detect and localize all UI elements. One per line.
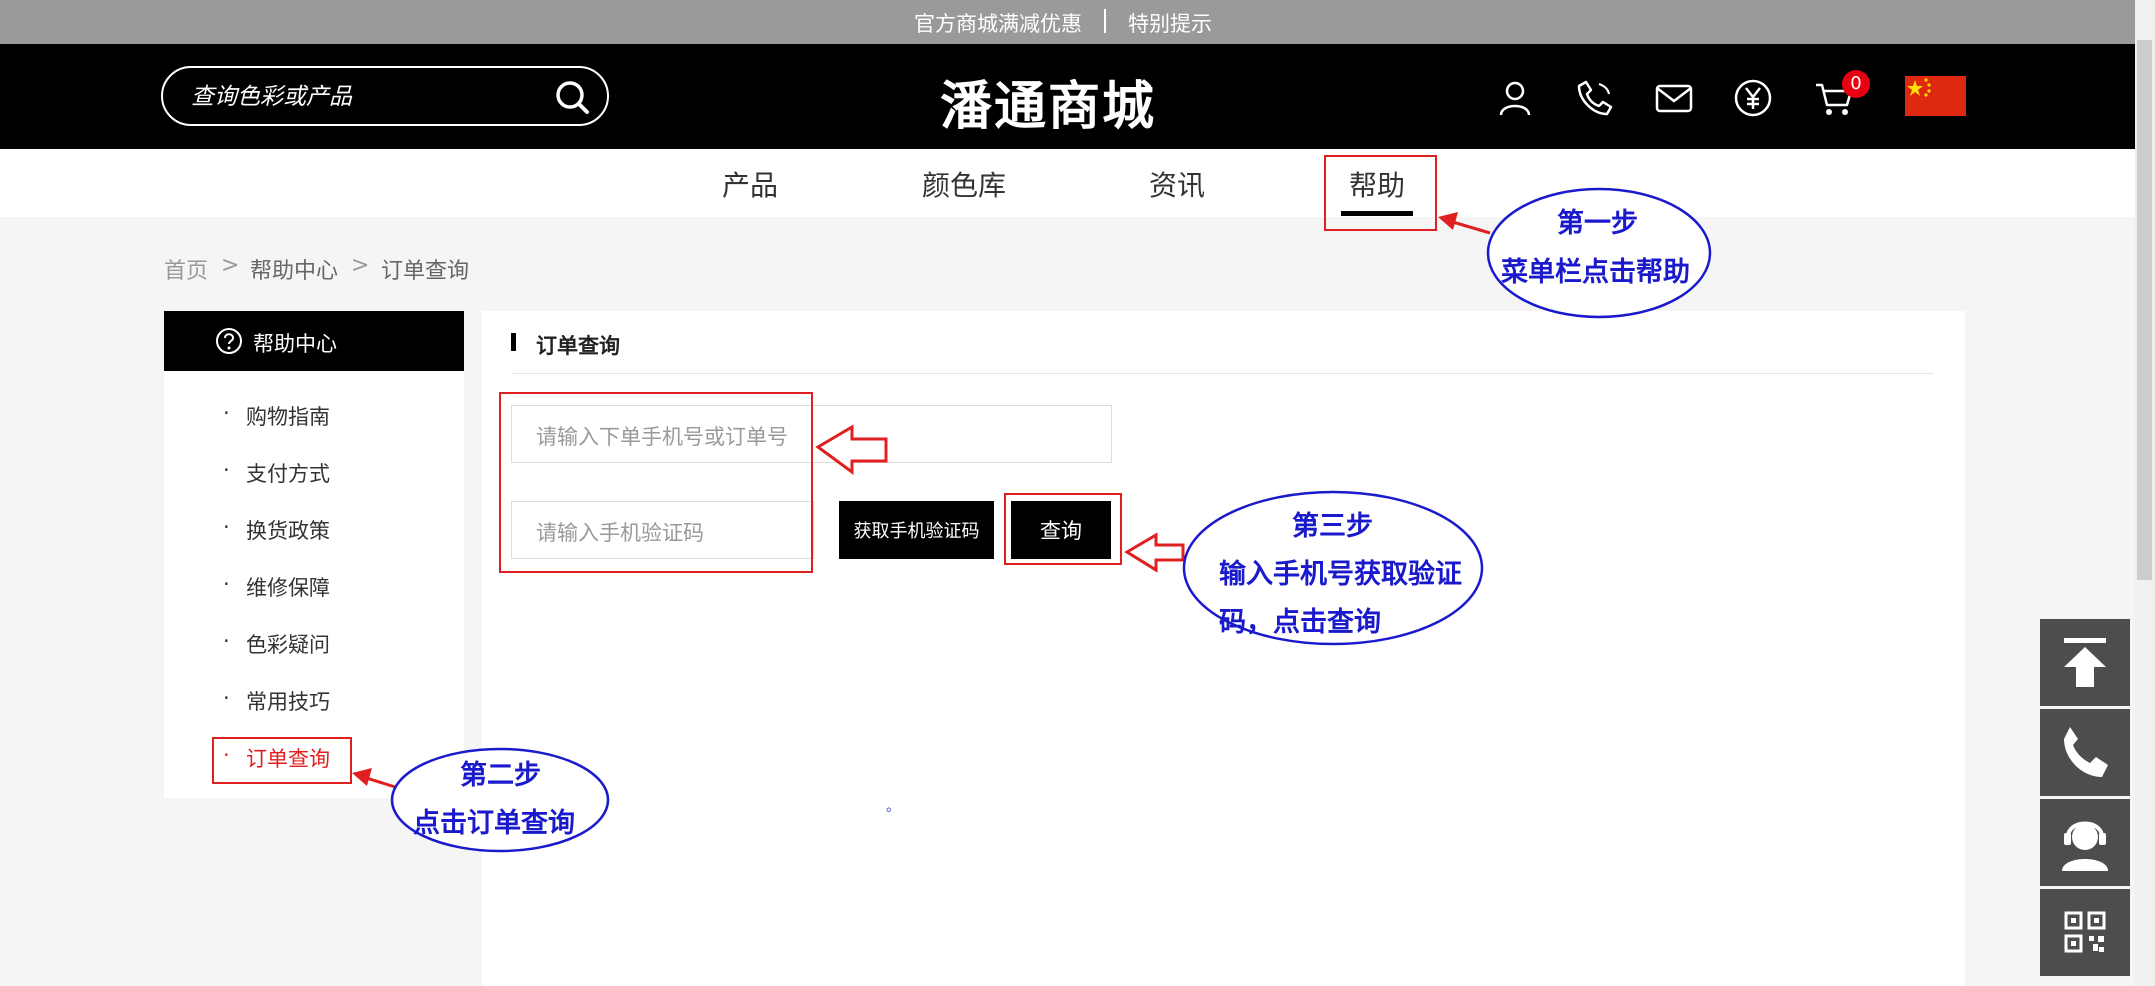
breadcrumb-help-center[interactable]: 帮助中心 <box>250 253 338 285</box>
phone-contact-button[interactable] <box>2040 709 2130 796</box>
search-icon[interactable] <box>553 78 591 116</box>
breadcrumb-separator: > <box>351 253 370 278</box>
bullet: · <box>223 515 230 539</box>
highlight-box-inputs <box>499 392 813 573</box>
notice-link[interactable]: 特别提示 <box>1128 8 1212 38</box>
sidebar-item-label: 购物指南 <box>246 405 330 429</box>
sidebar-item-label: 常用技巧 <box>246 690 330 714</box>
back-to-top-button[interactable] <box>2040 619 2130 706</box>
promo-link[interactable]: 官方商城满减优惠 <box>914 8 1082 38</box>
panel-title: 订单查询 <box>536 334 620 358</box>
yuan-icon[interactable] <box>1733 78 1773 118</box>
sidebar-item-label: 支付方式 <box>246 462 330 486</box>
china-flag-icon[interactable] <box>1905 76 1966 116</box>
sidebar-header: 帮助中心 <box>164 311 464 371</box>
title-marker <box>511 333 516 351</box>
annotation-step3-text: 输入手机号获取验证 <box>1219 559 1462 590</box>
help-sidebar <box>164 311 464 798</box>
search-box <box>161 66 609 126</box>
breadcrumb-current: 订单查询 <box>381 259 470 284</box>
breadcrumb-home[interactable]: 首页 <box>164 253 208 285</box>
sidebar-item-label: 色彩疑问 <box>246 633 330 657</box>
scrollbar-thumb[interactable] <box>2137 40 2152 580</box>
qr-code-button[interactable] <box>2040 889 2130 976</box>
cart-count-badge: 0 <box>1842 70 1870 98</box>
customer-service-button[interactable] <box>2040 799 2130 886</box>
sidebar-item-label: 换货政策 <box>246 519 330 543</box>
phone-icon <box>2064 727 2108 777</box>
user-icon[interactable] <box>1495 78 1535 118</box>
nav-item-news[interactable]: 资讯 <box>1149 164 1205 204</box>
site-logo[interactable]: 潘通商城 <box>940 64 1156 139</box>
bullet: · <box>223 686 230 710</box>
title-divider <box>511 373 1934 374</box>
sidebar-title: 帮助中心 <box>253 332 337 356</box>
nav-item-colors[interactable]: 颜色库 <box>922 164 1006 204</box>
arrow-up-icon <box>2064 638 2106 687</box>
phone-icon[interactable] <box>1575 78 1615 118</box>
bullet: · <box>223 572 230 596</box>
annotation-step3-title: 第三步 <box>1292 511 1373 542</box>
nav-item-products[interactable]: 产品 <box>722 164 778 204</box>
highlight-box-order-query <box>212 737 352 784</box>
qr-code-icon <box>2064 911 2106 953</box>
breadcrumb-separator: > <box>221 253 240 278</box>
annotation-step1-title: 第一步 <box>1557 208 1638 239</box>
divider <box>1104 9 1106 33</box>
help-circle-icon <box>216 328 242 354</box>
headset-icon <box>2062 821 2108 871</box>
bullet: · <box>223 401 230 425</box>
annotation-step3-text2: 码，点击查询 <box>1219 607 1381 638</box>
highlight-box-query <box>1004 493 1122 565</box>
mail-icon[interactable] <box>1654 78 1694 118</box>
top-promo-bar: 官方商城满减优惠 特别提示 <box>0 0 2135 44</box>
bullet: · <box>223 629 230 653</box>
stray-dot: 。 <box>886 799 900 815</box>
annotation-step2-text: 点击订单查询 <box>413 808 575 839</box>
annotation-step1-text: 菜单栏点击帮助 <box>1501 257 1690 288</box>
sidebar-item-label: 维修保障 <box>246 576 330 600</box>
main-nav <box>0 149 2135 217</box>
highlight-box-help <box>1324 155 1437 231</box>
bullet: · <box>223 458 230 482</box>
annotation-step2-title: 第二步 <box>460 760 541 791</box>
search-input[interactable] <box>189 78 533 116</box>
get-code-button[interactable]: 获取手机验证码 <box>839 501 994 559</box>
